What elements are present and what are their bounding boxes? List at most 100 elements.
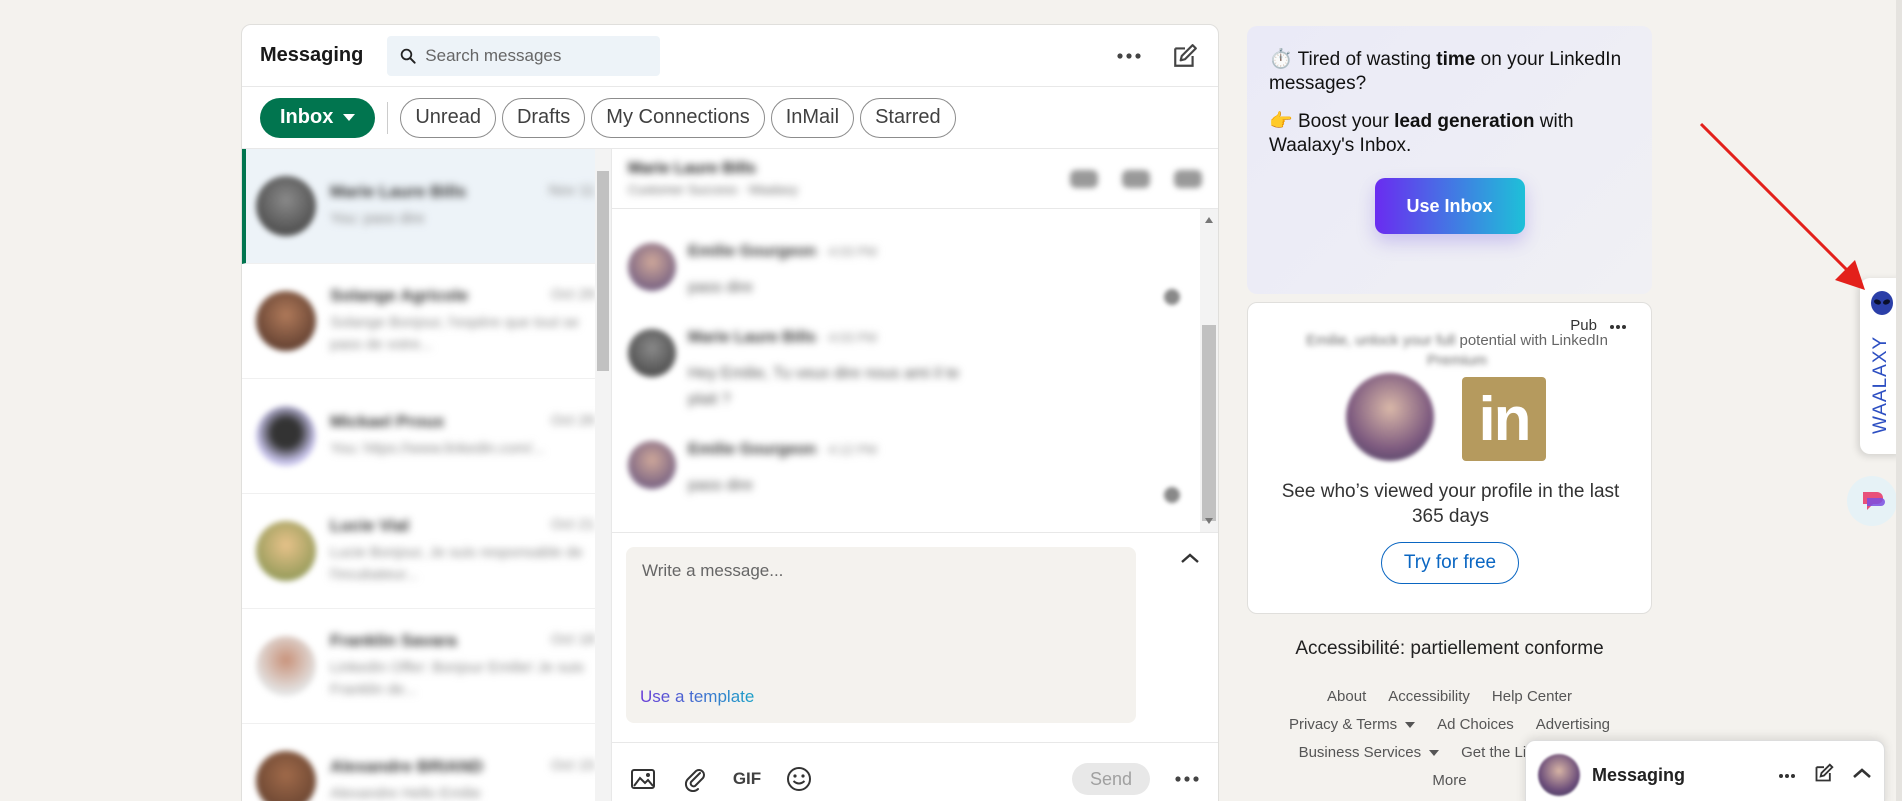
filter-starred[interactable]: Starred: [860, 97, 956, 138]
attachment-icon[interactable]: [680, 764, 710, 794]
conversation-item[interactable]: Solange Agricole Oct 29 Solange Bonjour, …: [242, 264, 611, 379]
caret-down-icon: [343, 114, 356, 121]
scroll-down-icon[interactable]: [1205, 518, 1213, 524]
compose-toolbar: GIF Send: [612, 743, 1218, 801]
conversation-item[interactable]: Franklin Savara Oct 18 LinkedIn Offer: Bo…: [242, 609, 611, 724]
waalaxy-promo-card: ⏱️ Tired of wasting time on your LinkedI…: [1247, 26, 1652, 294]
use-template-link[interactable]: Use a template: [640, 687, 754, 707]
conversation-item[interactable]: Mickael Proux Oct 26 You: https://www.lin…: [242, 379, 611, 494]
conversation-snippet: Alexandre Hello Emilie: [330, 785, 481, 801]
message-thread: Marie Laure Bills Customer Success · Waa…: [612, 149, 1218, 801]
try-for-free-button[interactable]: Try for free: [1381, 542, 1519, 584]
message-time: · 4:03 PM: [820, 244, 877, 259]
caret-down-icon: [1405, 721, 1416, 728]
footer-link-business-services[interactable]: Business Services: [1299, 744, 1440, 761]
waalaxy-assistant-icon[interactable]: [1847, 476, 1897, 526]
waalaxy-label: WAALAXY: [1870, 335, 1891, 435]
avatar: [256, 521, 316, 581]
conversation-snippet: You: https://www.linkedin.com/...: [330, 440, 545, 457]
conversation-snippet: LinkedIn Offer: Bonjour Emilie! Je suis …: [330, 659, 585, 698]
message-sender: Emilie Gourgeon: [688, 243, 817, 260]
conversation-item[interactable]: Marie Laure Bills Nov 11 You: pass dire: [242, 149, 611, 264]
image-icon[interactable]: [628, 764, 658, 794]
compose-new-icon[interactable]: [1814, 762, 1834, 788]
chevron-up-icon[interactable]: [1852, 766, 1872, 784]
promo-line-2: 👉 Boost your lead generation with Waalax…: [1269, 111, 1574, 156]
avatar: [256, 636, 316, 696]
conversation-name: Lucie Vial: [330, 516, 410, 535]
avatar: [1346, 373, 1434, 461]
more-options-icon[interactable]: [1778, 766, 1796, 784]
message-sender: Marie Laure Bills: [688, 329, 817, 346]
footer-link-advertising[interactable]: Advertising: [1536, 716, 1610, 733]
video-icon[interactable]: [1122, 169, 1150, 188]
seen-indicator: [1164, 487, 1180, 503]
search-input[interactable]: [425, 45, 649, 66]
message-time: · 4:12 PM: [820, 442, 877, 457]
star-icon[interactable]: [1174, 169, 1202, 188]
conversation-snippet: Solange Bonjour, l'espère que tout se pa…: [330, 314, 579, 353]
scroll-up-icon[interactable]: [1205, 217, 1213, 223]
message-time: · 4:03 PM: [820, 330, 877, 345]
ad-description: See who’s viewed your profile in the las…: [1281, 481, 1620, 527]
message-text: Hey Emilie, Tu veux dire nous ami il te …: [688, 365, 960, 408]
accessibility-statement[interactable]: Accessibilité: partiellement conforme: [1247, 638, 1652, 660]
more-options-icon[interactable]: [1114, 41, 1144, 71]
search-icon: [401, 48, 417, 64]
premium-ad-card: Pub Emilie, unlock your full potential w…: [1247, 302, 1652, 614]
send-button[interactable]: Send: [1071, 763, 1150, 795]
avatar: [628, 441, 676, 489]
conversation-scrollbar[interactable]: [595, 149, 611, 801]
scrollbar-thumb[interactable]: [597, 171, 609, 371]
thread-contact-subtitle: Customer Success · Waalaxy: [628, 182, 799, 197]
thread-contact-name: Marie Laure Bills: [628, 160, 757, 177]
message-item: Marie Laure Bills · 4:03 PM Hey Emilie, …: [612, 315, 1218, 427]
more-options-icon[interactable]: [1172, 764, 1202, 794]
footer-link-help-center[interactable]: Help Center: [1492, 688, 1572, 705]
compose-new-icon[interactable]: [1170, 41, 1200, 71]
linkedin-logo: in: [1462, 377, 1546, 461]
annotation-arrow-icon: [1699, 122, 1865, 290]
chevron-up-icon[interactable]: [1180, 551, 1200, 569]
conversation-item[interactable]: Alexandre BRIAND Oct 15 Alexandre Hello E…: [242, 724, 611, 801]
conversation-date: Oct 15: [550, 757, 595, 774]
gif-button[interactable]: GIF: [732, 764, 762, 794]
footer-link-more[interactable]: More: [1432, 772, 1466, 789]
promo-line-1: ⏱️ Tired of wasting time on your LinkedI…: [1269, 49, 1622, 94]
conversation-date: Oct 18: [550, 631, 595, 648]
footer-link-accessibility[interactable]: Accessibility: [1388, 688, 1470, 705]
scrollbar-thumb[interactable]: [1202, 325, 1216, 521]
ad-tagline: Emilie, unlock your full potential with …: [1306, 332, 1608, 369]
filter-unread[interactable]: Unread: [400, 97, 496, 138]
message-item: Emilie Gourgeon · 4:03 PM pass dire: [612, 229, 1218, 315]
emoji-icon[interactable]: [784, 764, 814, 794]
conversation-item[interactable]: Lucie Vial Oct 21 Lucie Bonjour, Je suis …: [242, 494, 611, 609]
messaging-header: Messaging: [242, 25, 1218, 87]
compose-box[interactable]: Use a template: [626, 547, 1136, 723]
more-icon[interactable]: [1070, 169, 1098, 188]
avatar: [628, 243, 676, 291]
use-inbox-button[interactable]: Use Inbox: [1374, 178, 1525, 234]
footer-link-privacy[interactable]: Privacy & Terms: [1289, 716, 1416, 733]
compose-area: Use a template: [612, 533, 1218, 743]
inbox-dropdown[interactable]: Inbox: [260, 97, 376, 138]
message-text: pass dire: [688, 279, 753, 296]
thread-scrollbar[interactable]: [1200, 209, 1218, 532]
messaging-overlay[interactable]: Messaging: [1525, 740, 1885, 801]
footer-link-ad-choices[interactable]: Ad Choices: [1437, 716, 1514, 733]
conversation-name: Alexandre BRIAND: [330, 757, 484, 776]
filter-drafts[interactable]: Drafts: [501, 97, 586, 138]
seen-indicator: [1164, 289, 1180, 305]
search-box[interactable]: [387, 35, 661, 76]
thread-header: Marie Laure Bills Customer Success · Waa…: [612, 149, 1218, 209]
filter-inmail[interactable]: InMail: [770, 97, 855, 138]
footer-link-about[interactable]: About: [1327, 688, 1366, 705]
conversation-name: Marie Laure Bills: [330, 182, 467, 201]
message-input[interactable]: [642, 561, 1120, 661]
conversation-date: Oct 26: [550, 412, 595, 429]
filter-my-connections[interactable]: My Connections: [591, 97, 765, 138]
conversation-name: Mickael Proux: [330, 412, 445, 431]
avatar: [256, 751, 316, 801]
page-scrollbar[interactable]: [1896, 0, 1902, 801]
filter-bar: Inbox Unread Drafts My Connections InMai…: [242, 87, 1218, 149]
